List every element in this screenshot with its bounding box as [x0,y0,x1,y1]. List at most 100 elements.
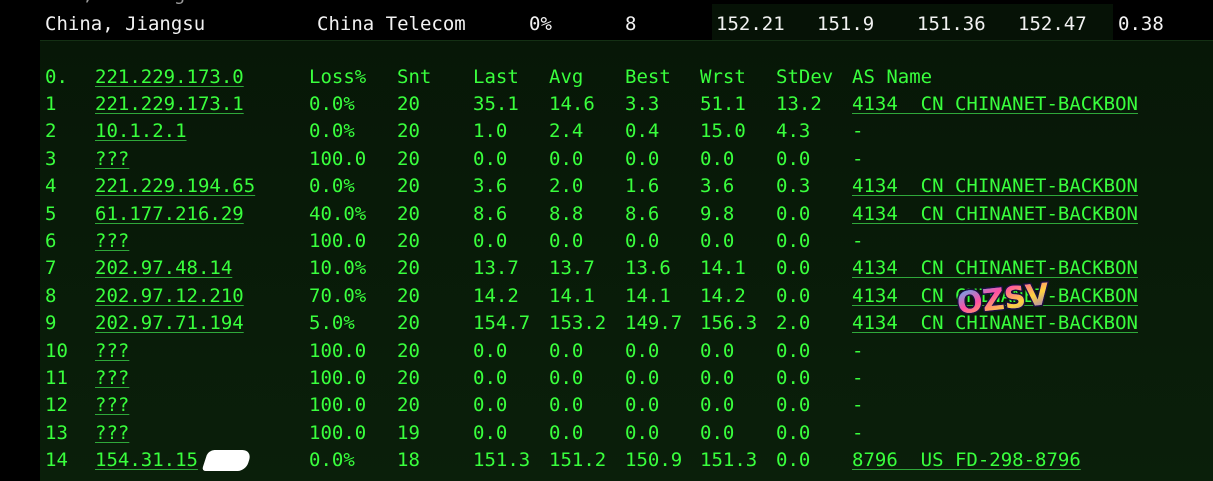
hop-host-link[interactable]: 154.31.15 [95,447,198,473]
hop-host-link[interactable]: 202.97.71.194 [95,310,244,336]
hop-loss: 0.0% [309,449,355,472]
hop-loss: 40.0% [309,202,367,225]
hop-stdev: 0.0 [776,147,811,170]
hop-stdev: 0.0 [776,421,811,444]
summary-last: 152.21 [716,13,785,35]
table-row: 10??? 100.0 20 0.0 0.0 0.0 0.0 0.0 - [40,338,1213,365]
table-row: 2 10.1.2.1 0.0% 20 1.0 2.4 0.4 15.0 4.3 - [40,118,1213,145]
header-wrst: Wrst [700,66,746,88]
hop-best: 1.6 [625,175,660,198]
hop-worst: 15.0 [700,120,746,143]
hop-best: 150.9 [625,449,683,472]
hop-avg: 8.8 [549,202,584,225]
header-best: Best [625,66,671,88]
hop-sent: 20 [397,367,420,389]
hop-worst: 3.6 [700,175,735,198]
table-row: 3??? 100.0 20 0.0 0.0 0.0 0.0 0.0 - [40,146,1213,173]
summary-isp: China Telecom [317,13,466,35]
hop-index: 10 [45,339,68,362]
summary-worst: 152.47 [1018,13,1087,35]
hop-stdev: 0.3 [776,175,811,198]
hop-stdev: 0.0 [776,339,811,362]
summary-sent: 8 [625,13,637,35]
hop-worst: 51.1 [700,93,746,115]
hop-last: 35.1 [473,93,519,115]
hop-best: 0.0 [625,394,660,417]
summary-loss: 0% [529,13,552,35]
summary-row: China, Jiangsu China Telecom 0% 8 152.21… [0,4,1213,40]
hop-host-link[interactable]: 202.97.48.14 [95,255,232,281]
hop-avg: 2.0 [549,175,584,198]
summary-stdev: 0.38 [1118,13,1164,35]
table-header-row: 0. 221.229.173.0 Loss% Snt Last Avg Best… [40,64,1213,91]
hop-last: 13.7 [473,257,519,280]
hop-loss: 100.0 [309,394,367,417]
hop-worst: 14.2 [700,284,746,307]
header-index: 0. [45,66,68,88]
hop-best: 0.4 [625,120,660,143]
hop-host-link[interactable]: 202.97.12.210 [95,283,244,309]
hop-as-name[interactable]: 4134 CN CHINANET-BACKBON [852,91,1138,117]
hop-index: 1 [45,93,57,115]
hop-avg: 0.0 [549,230,584,252]
hop-best: 14.1 [625,284,671,307]
hop-index: 5 [45,202,57,225]
hop-best: 149.7 [625,312,683,335]
hop-host-link[interactable]: 221.229.194.65 [95,173,255,199]
hop-as-name[interactable]: 8796 US FD-298-8796 [852,447,1081,473]
hop-avg: 0.0 [549,147,584,170]
hop-host-link[interactable]: ??? [95,146,129,172]
header-asname: AS Name [852,66,933,88]
hop-stdev: 4.3 [776,120,811,143]
hop-worst: 0.0 [700,421,735,444]
hop-host-link[interactable]: ??? [95,338,129,364]
hop-sent: 20 [397,147,420,170]
hop-stdev: 13.2 [776,93,822,115]
hop-last: 0.0 [473,339,508,362]
hop-host-link[interactable]: 61.177.216.29 [95,201,244,227]
table-row: 4 221.229.194.65 0.0% 20 3.6 2.0 1.6 3.6 0.3 4134… [40,173,1213,200]
hop-best: 3.3 [625,93,660,115]
hop-best: 0.0 [625,339,660,362]
hop-worst: 14.1 [700,257,746,280]
hop-as-name[interactable]: 4134 CN CHINANET-BACKBON [852,173,1138,199]
hop-as-name[interactable]: 4134 CN CHINANET-BACKBON [852,201,1138,227]
hop-last: 0.0 [473,421,508,444]
hop-as-name: - [852,147,864,170]
hop-stdev: 0.0 [776,394,811,417]
hop-best: 8.6 [625,202,660,225]
hop-index: 4 [45,175,57,198]
hop-avg: 0.0 [549,339,584,362]
hop-host-link[interactable]: ??? [95,392,129,418]
hop-host-link[interactable]: 221.229.173.1 [95,91,244,117]
hop-sent: 20 [397,120,420,143]
hop-as-name[interactable]: 4134 CN CHINANET-BACKBON [852,255,1138,281]
table-row: 6??? 100.0 20 0.0 0.0 0.0 0.0 0.0 - [40,228,1213,255]
header-host-link[interactable]: 221.229.173.0 [95,64,244,90]
hop-loss: 100.0 [309,230,367,252]
hop-worst: 151.3 [700,449,758,472]
hop-as-name: - [852,120,864,143]
header-stdev: StDev [776,66,834,88]
hop-host-link[interactable]: ??? [95,228,129,254]
hop-worst: 0.0 [700,230,735,252]
hop-last: 8.6 [473,202,508,225]
hop-index: 3 [45,147,57,170]
traceroute-panel: 0. 221.229.173.0 Loss% Snt Last Avg Best… [40,40,1213,481]
hop-index: 11 [45,367,68,389]
hop-stdev: 0.0 [776,230,811,252]
table-row: 12??? 100.0 20 0.0 0.0 0.0 0.0 0.0 - [40,392,1213,419]
hop-sent: 20 [397,284,420,307]
hop-stdev: 0.0 [776,284,811,307]
hop-host-link[interactable]: ??? [95,365,129,391]
hop-loss: 100.0 [309,367,367,389]
hop-avg: 14.6 [549,93,595,115]
table-row: 1 221.229.173.1 0.0% 20 35.1 14.6 3.3 51.1 13.2 4… [40,91,1213,118]
hop-index: 12 [45,394,68,417]
header-avg: Avg [549,66,584,88]
hop-host-link[interactable]: ??? [95,420,129,446]
hop-worst: 0.0 [700,367,735,389]
hop-host-link[interactable]: 10.1.2.1 [95,118,187,144]
redaction-mark [201,450,253,472]
hop-last: 14.2 [473,284,519,307]
